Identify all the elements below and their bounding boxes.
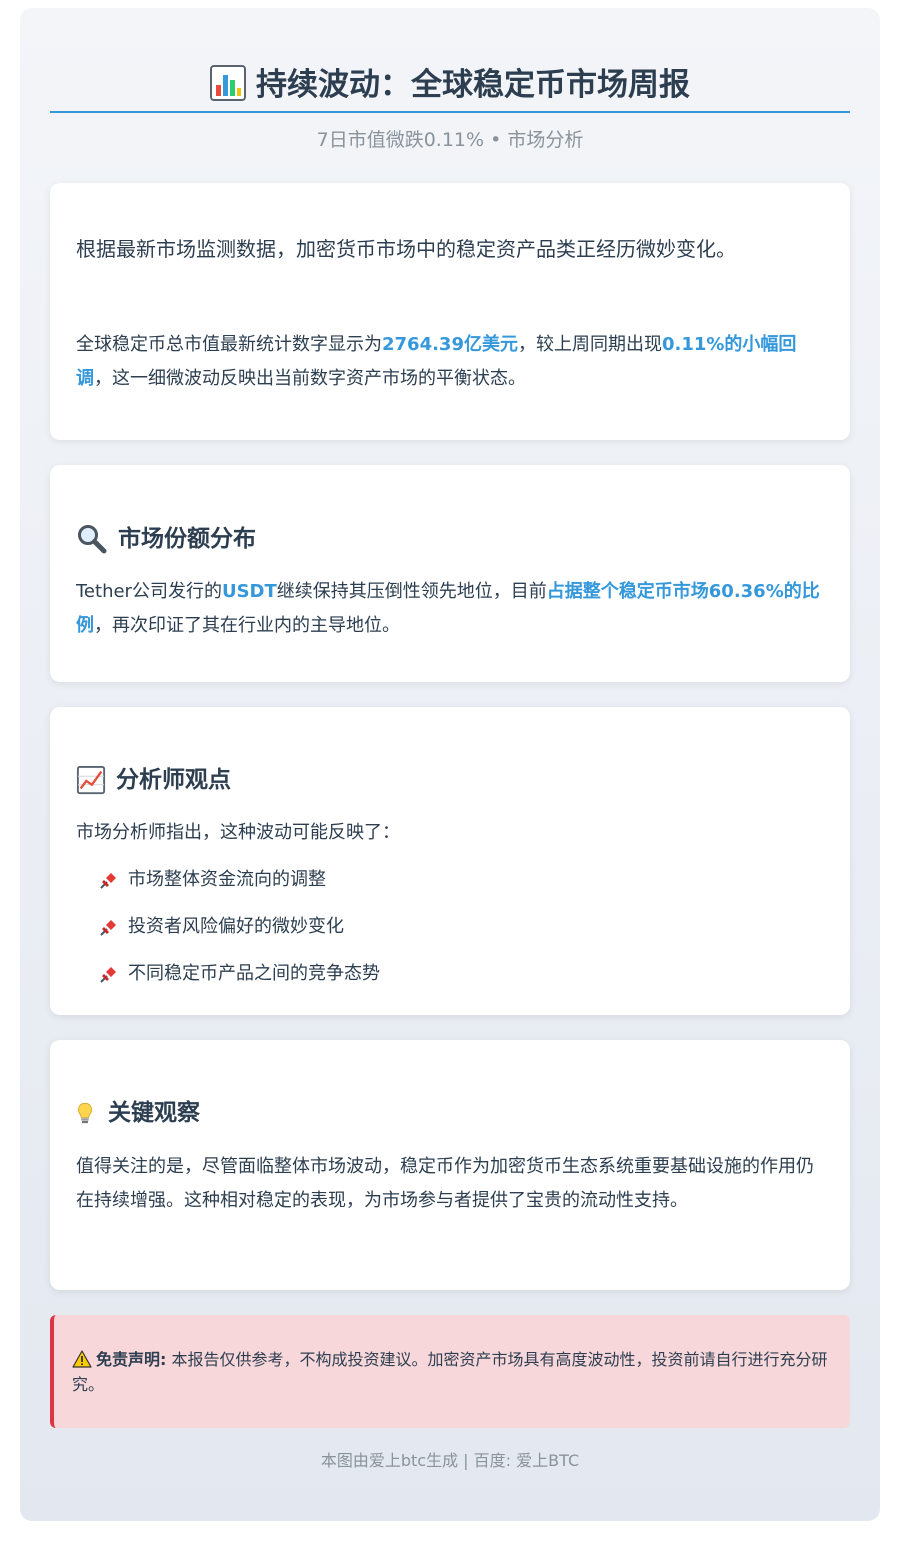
intro-paragraph: 全球稳定币总市值最新统计数字显示为2764.39亿美元，较上周同期出现0.11%… [76,328,821,396]
market-share-text-1: Tether公司发行的 [76,581,222,602]
intro-text-3: ，这一细微波动反映出当前数字资产市场的平衡状态。 [94,368,526,389]
analyst-view-heading-text: 分析师观点 [116,767,231,793]
disclaimer-text: 免责声明: 本报告仅供参考，不构成投资建议。加密资产市场具有高度波动性，投资前请… [72,1347,832,1397]
market-share-heading-text: 市场份额分布 [118,526,256,552]
page-title: 持续波动：全球稳定币市场周报 [50,60,850,110]
disclaimer-body: 本报告仅供参考，不构成投资建议。加密资产市场具有高度波动性，投资前请自行进行充分… [72,1350,828,1394]
disclaimer-label: 免责声明: [96,1350,167,1369]
market-share-heading: 市场份额分布 [76,522,256,556]
analyst-point-2: 投资者风险偏好的微妙变化 [128,916,344,937]
disclaimer-box: 免责声明: 本报告仅供参考，不构成投资建议。加密资产市场具有高度波动性，投资前请… [50,1315,850,1428]
analyst-view-heading: 分析师观点 [76,763,231,797]
page-title-text: 持续波动：全球稳定币市场周报 [256,67,690,103]
usdt-highlight: USDT [221,581,277,602]
pushpin-icon [100,967,116,983]
market-share-text-3: ，再次印证了其在行业内的主导地位。 [94,615,400,636]
key-observation-card: 关键观察 值得关注的是，尽管面临整体市场波动，稳定币作为加密货币生态系统重要基础… [50,1040,850,1290]
list-item: 市场整体资金流向的调整 [98,867,326,893]
report-frame: 持续波动：全球稳定币市场周报 7日市值微跌0.11% • 市场分析 根据最新市场… [20,8,880,1521]
page-subtitle: 7日市值微跌0.11% • 市场分析 [316,129,584,151]
analyst-point-1: 市场整体资金流向的调整 [128,869,326,890]
key-observation-heading-text: 关键观察 [108,1100,200,1126]
list-item: 不同稳定币产品之间的竞争态势 [98,961,380,987]
intro-text-1: 全球稳定币总市值最新统计数字显示为 [76,334,382,355]
magnifier-icon [78,525,107,554]
analyst-view-intro: 市场分析师指出，这种波动可能反映了： [76,822,400,843]
title-divider [50,111,850,113]
key-observation-text: 值得关注的是，尽管面临整体市场波动，稳定币作为加密货币生态系统重要基础设施的作用… [76,1156,814,1211]
analyst-view-card: 分析师观点 市场分析师指出，这种波动可能反映了： 市场整体资金流向的调整 投资者… [50,707,850,1015]
pushpin-icon [100,873,116,889]
market-share-paragraph: Tether公司发行的USDT继续保持其压倒性领先地位，目前占据整个稳定币市场6… [76,575,821,643]
light-bulb-icon [77,1102,93,1124]
market-share-card: 市场份额分布 Tether公司发行的USDT继续保持其压倒性领先地位，目前占据整… [50,465,850,682]
footer-credit: 本图由爱上btc生成 | 百度: 爱上BTC [320,1451,580,1470]
intro-card: 根据最新市场监测数据，加密货币市场中的稳定资产品类正经历微妙变化。 全球稳定币总… [50,183,850,440]
market-cap-value: 2764.39亿美元 [382,334,518,355]
pushpin-icon [100,920,116,936]
intro-lead: 根据最新市场监测数据，加密货币市场中的稳定资产品类正经历微妙变化。 [76,237,736,261]
intro-text-2: ，较上周同期出现 [517,334,662,355]
market-share-text-2: 继续保持其压倒性领先地位，目前 [276,581,547,602]
bar-chart-icon [210,65,246,101]
warning-icon [72,1350,92,1368]
chart-increasing-icon [76,765,106,795]
analyst-point-3: 不同稳定币产品之间的竞争态势 [128,963,380,984]
key-observation-heading: 关键观察 [76,1096,200,1130]
list-item: 投资者风险偏好的微妙变化 [98,914,344,940]
